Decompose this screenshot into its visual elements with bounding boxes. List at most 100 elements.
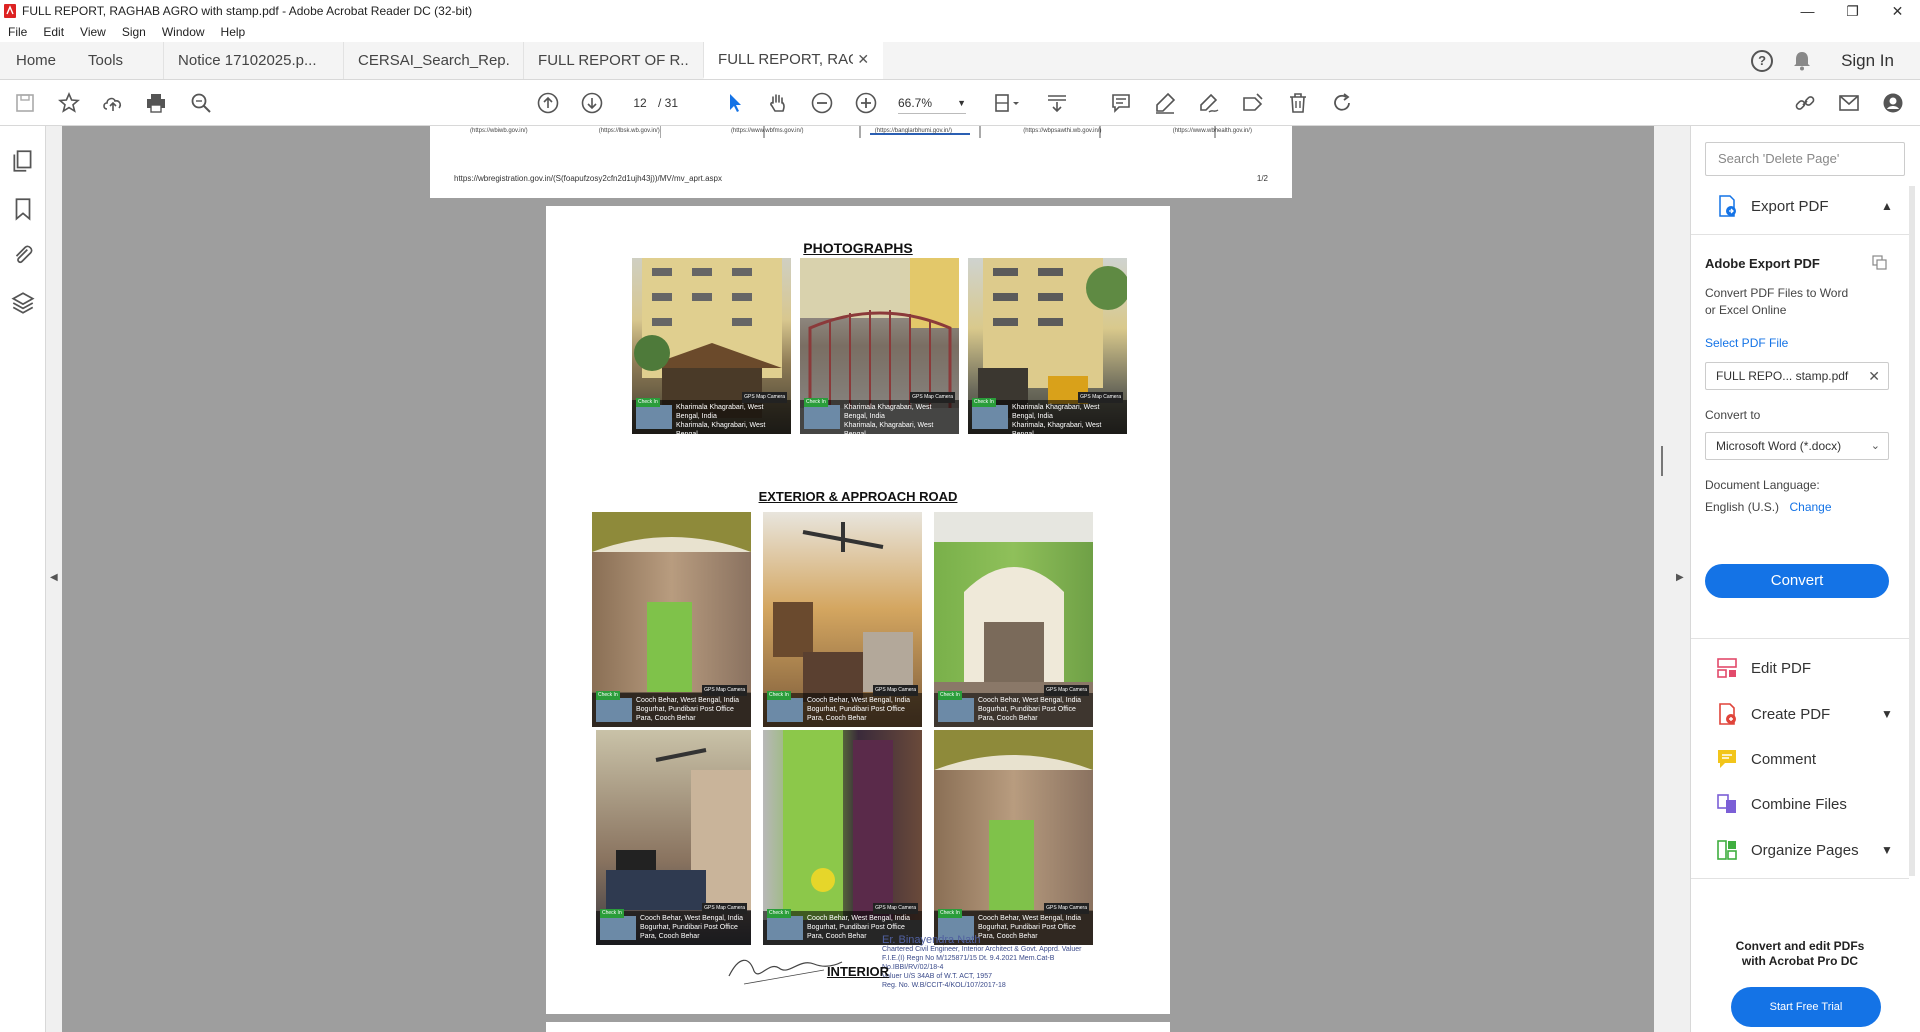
convert-button[interactable]: Convert <box>1705 564 1889 598</box>
collapse-left-panel-icon[interactable]: ◀ <box>50 572 58 583</box>
help-icon[interactable]: ? <box>1751 50 1774 72</box>
tab-document[interactable]: CERSAI_Search_Rep... <box>343 42 523 79</box>
comment-tool-icon <box>1718 750 1736 768</box>
close-window-button[interactable]: ✕ <box>1875 0 1920 22</box>
url-text[interactable]: (https://www.wbhealth.gov.in/) <box>1173 128 1252 134</box>
gps-tag: GPS Map Camera <box>873 903 918 914</box>
photo-tag: Check In <box>972 398 996 407</box>
tool-edit-pdf[interactable]: Edit PDF <box>1715 656 1811 680</box>
url-text[interactable]: (https://www.wbfms.gov.in/) <box>731 128 804 134</box>
fill-sign-icon[interactable] <box>1196 90 1222 116</box>
cloud-upload-icon[interactable] <box>100 90 126 116</box>
url-text[interactable]: (https://lbsk.wb.gov.in/) <box>599 128 660 134</box>
zoom-search-icon[interactable] <box>188 90 214 116</box>
menu-edit[interactable]: Edit <box>43 25 64 39</box>
print-icon[interactable] <box>143 90 169 116</box>
close-tab-icon[interactable]: ✕ <box>857 51 869 68</box>
tool-label: Organize Pages <box>1751 841 1859 859</box>
save-icon[interactable] <box>12 90 38 116</box>
minimize-button[interactable]: — <box>1785 0 1830 22</box>
zoom-in-icon[interactable] <box>853 90 879 116</box>
tool-label: Comment <box>1751 750 1817 768</box>
next-page-icon[interactable] <box>579 90 605 116</box>
gps-tag: GPS Map Camera <box>702 685 747 696</box>
delete-trash-icon[interactable] <box>1285 90 1311 116</box>
comment-icon[interactable] <box>1108 90 1134 116</box>
menu-help[interactable]: Help <box>221 25 246 39</box>
tool-create-pdf[interactable]: Create PDF ▼ <box>1715 702 1893 726</box>
menu-window[interactable]: Window <box>162 25 205 39</box>
previous-page-icon[interactable] <box>535 90 561 116</box>
chevron-down-icon[interactable]: ▼ <box>1881 843 1893 857</box>
page-footer-url: https://wbregistration.gov.in/(S(foapufz… <box>454 174 722 183</box>
photo-interior: Check In GPS Map Camera Cooch Behar, West … <box>763 512 922 727</box>
photo-caption: Check In GPS Map Camera Cooch Behar, West … <box>592 685 751 727</box>
chevron-down-icon: ▼ <box>957 98 966 108</box>
layers-icon[interactable] <box>10 290 36 316</box>
zoom-level-select[interactable]: 66.7% ▼ <box>898 92 966 114</box>
select-cursor-icon[interactable] <box>722 90 748 116</box>
next-page-fragment <box>546 1022 1170 1032</box>
attachments-icon[interactable] <box>10 242 36 268</box>
clear-file-icon[interactable]: ✕ <box>1868 363 1880 389</box>
selected-file-field[interactable]: FULL REPO... stamp.pdf ✕ <box>1705 362 1889 390</box>
page-fit-icon[interactable] <box>990 90 1026 116</box>
notification-bell-icon[interactable] <box>1793 51 1811 71</box>
collapse-right-panel-icon[interactable]: ▶ <box>1676 572 1684 583</box>
tab-document[interactable]: Notice 17102025.p... <box>163 42 343 79</box>
previous-page-fragment: (https://wbiwb.gov.in/) (https://lbsk.wb… <box>430 126 1292 198</box>
map-thumbnail <box>767 698 803 722</box>
page-number-input[interactable]: 12 <box>620 92 660 114</box>
acrobat-window: FULL REPORT, RAGHAB AGRO with stamp.pdf … <box>0 0 1920 1032</box>
photo-exterior: Check In GPS Map Camera Kharimala Khagraba… <box>968 258 1127 434</box>
convert-format-select[interactable]: Microsoft Word (*.docx) ⌄ <box>1705 432 1889 460</box>
start-free-trial-button[interactable]: Start Free Trial <box>1731 987 1881 1027</box>
selected-file-name: FULL REPO... stamp.pdf <box>1716 369 1849 383</box>
photo-tag: Check In <box>938 691 962 700</box>
change-language-link[interactable]: Change <box>1789 500 1831 514</box>
tab-document-active[interactable]: FULL REPORT, RAG... ✕ <box>703 42 884 79</box>
hand-tool-icon[interactable] <box>765 90 791 116</box>
tab-tools[interactable]: Tools <box>72 42 163 79</box>
chevron-down-icon[interactable]: ▼ <box>1881 707 1893 721</box>
highlight-pen-icon[interactable] <box>1152 90 1178 116</box>
sign-in-button[interactable]: Sign In <box>1841 51 1894 71</box>
tools-pane-scrollbar[interactable] <box>1909 186 1915 876</box>
url-text[interactable]: (https://banglarbhumi.gov.in/) <box>875 128 952 134</box>
zoom-value: 66.7% <box>898 96 933 110</box>
page-total: / 31 <box>658 96 679 110</box>
zoom-out-icon[interactable] <box>809 90 835 116</box>
scroll-mode-icon[interactable] <box>1044 90 1070 116</box>
url-text[interactable]: (https://wbiwb.gov.in/) <box>470 128 528 134</box>
export-pdf-header[interactable]: Export PDF ▲ <box>1715 194 1893 218</box>
maximize-button[interactable]: ❐ <box>1830 0 1875 22</box>
rotate-icon[interactable] <box>1329 90 1355 116</box>
page-thumbnails-icon[interactable] <box>10 148 36 174</box>
chevron-up-icon[interactable]: ▲ <box>1881 199 1893 213</box>
tool-organize-pages[interactable]: Organize Pages ▼ <box>1715 838 1893 862</box>
url-text[interactable]: (https://wbpsawthi.wb.gov.in/) <box>1023 128 1101 134</box>
menu-file[interactable]: File <box>8 25 27 39</box>
caption-sub: Bogurhat, Pundibari Post Office Para, Co… <box>636 706 734 722</box>
tool-search-input[interactable]: Search 'Delete Page' <box>1705 142 1905 176</box>
bookmark-star-icon[interactable] <box>56 90 82 116</box>
tab-bar-right: ? Sign In <box>1751 42 1920 80</box>
redact-icon[interactable] <box>1240 90 1266 116</box>
menu-view[interactable]: View <box>80 25 106 39</box>
tool-combine-files[interactable]: Combine Files <box>1715 792 1847 816</box>
panel-splitter[interactable] <box>1661 446 1663 476</box>
create-pdf-icon <box>1719 703 1736 725</box>
bookmarks-icon[interactable] <box>10 196 36 222</box>
menu-sign[interactable]: Sign <box>122 25 146 39</box>
share-link-icon[interactable] <box>1792 90 1818 116</box>
tool-comment[interactable]: Comment <box>1715 747 1816 771</box>
tab-document[interactable]: FULL REPORT OF R... <box>523 42 703 79</box>
tab-home[interactable]: Home <box>0 42 72 79</box>
copy-icon[interactable] <box>1871 254 1887 270</box>
email-icon[interactable] <box>1836 90 1862 116</box>
document-view[interactable]: (https://wbiwb.gov.in/) (https://lbsk.wb… <box>62 126 1654 1032</box>
map-thumbnail <box>596 698 632 722</box>
account-user-icon[interactable] <box>1880 90 1906 116</box>
photo-tag: Check In <box>804 398 828 407</box>
select-pdf-file-link[interactable]: Select PDF File <box>1705 336 1788 350</box>
